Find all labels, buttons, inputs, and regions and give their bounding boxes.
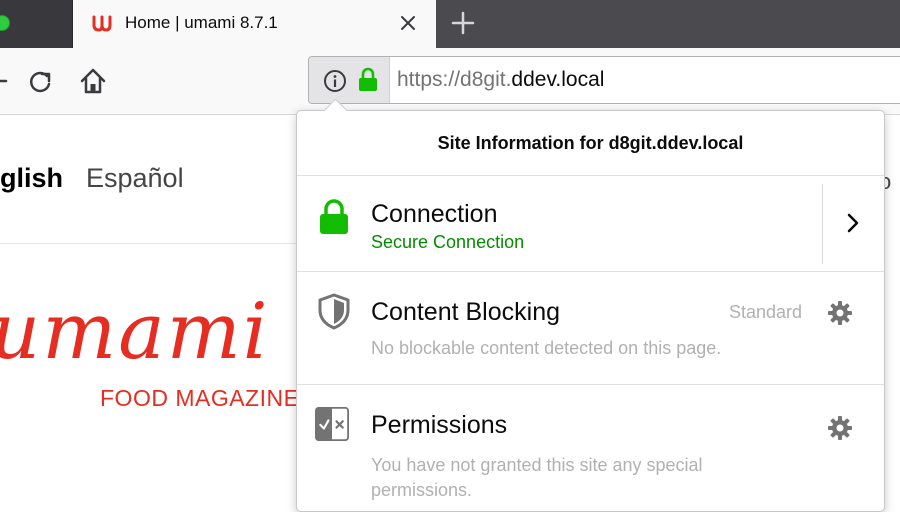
content-blocking-level: Standard: [729, 302, 803, 322]
gear-icon[interactable]: [827, 300, 853, 326]
tab-active[interactable]: Home | umami 8.7.1: [73, 0, 436, 48]
tab-title: Home | umami 8.7.1: [125, 13, 278, 32]
permissions-description: You have not granted this site any speci…: [371, 455, 703, 500]
gear-icon[interactable]: [827, 415, 853, 441]
site-logo[interactable]: umami: [0, 287, 270, 377]
content-blocking-title: Content Blocking: [371, 298, 561, 326]
previous-tab[interactable]: [0, 0, 73, 48]
url-prefix: https://d8git.: [397, 68, 512, 91]
chevron-right-icon: [847, 213, 859, 233]
navigation-toolbar: https://d8git.ddev.local: [0, 48, 900, 115]
new-tab-icon[interactable]: [448, 8, 478, 38]
url-bar[interactable]: https://d8git.ddev.local: [308, 56, 900, 104]
umami-favicon-icon: [92, 15, 112, 32]
site-logo-subtitle: FOOD MAGAZINE: [100, 385, 300, 411]
panel-header: Site Information for d8git.ddev.local: [297, 111, 884, 176]
connection-section[interactable]: Connection Secure Connection: [297, 176, 884, 272]
permissions-section: Permissions You have not granted this si…: [297, 385, 884, 511]
tab-strip: Home | umami 8.7.1: [0, 0, 900, 48]
connection-details-button[interactable]: [823, 176, 884, 272]
language-link-espanol[interactable]: Español: [86, 163, 184, 194]
url-domain: ddev.local: [511, 68, 605, 91]
site-information-panel: Site Information for d8git.ddev.local Co…: [296, 98, 885, 512]
lock-icon: [359, 67, 377, 91]
reload-icon[interactable]: [26, 68, 54, 96]
window-maximize-dot[interactable]: [0, 15, 10, 31]
site-identity-button[interactable]: [309, 57, 390, 103]
content-blocking-section: Content Blocking Standard No blockable c…: [297, 272, 884, 385]
connection-title: Connection: [371, 200, 498, 228]
home-icon[interactable]: [78, 66, 108, 96]
connection-status: Secure Connection: [371, 232, 525, 252]
url-text[interactable]: https://d8git.ddev.local: [397, 68, 604, 92]
permissions-title: Permissions: [371, 411, 508, 439]
permissions-icon: [315, 407, 349, 441]
language-link-english[interactable]: glish: [0, 163, 63, 194]
content-blocking-description: No blockable content detected on this pa…: [371, 338, 722, 358]
info-icon[interactable]: [323, 69, 347, 93]
lock-icon: [320, 199, 348, 234]
close-tab-icon[interactable]: [397, 12, 419, 34]
back-arrow-icon[interactable]: [0, 70, 8, 92]
page-divider: [0, 243, 300, 244]
shield-icon: [318, 293, 350, 330]
